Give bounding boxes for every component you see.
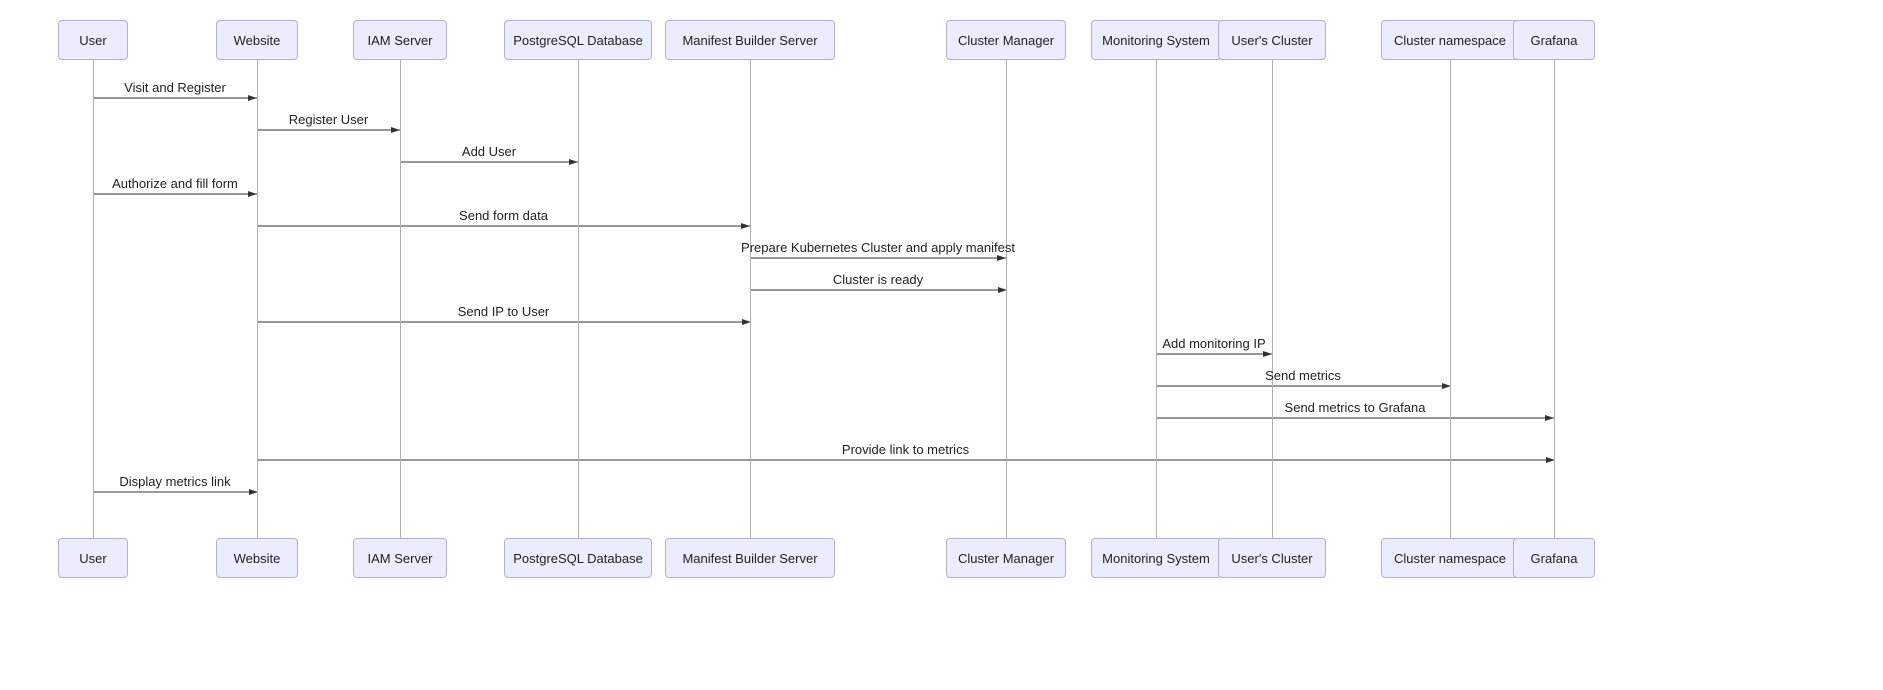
message-label: Authorize and fill form [112, 176, 238, 191]
actor-website-bottom: Website [216, 538, 298, 578]
lifeline-uc [1272, 60, 1273, 538]
actor-iam-top: IAM Server [353, 20, 447, 60]
lifeline-grafana [1554, 60, 1555, 538]
message-label: Add User [462, 144, 516, 159]
message-label: Prepare Kubernetes Cluster and apply man… [741, 240, 1015, 255]
actor-label: IAM Server [367, 551, 432, 566]
actor-mbs-bottom: Manifest Builder Server [665, 538, 835, 578]
actor-user-top: User [58, 20, 128, 60]
actor-ns-top: Cluster namespace [1381, 20, 1519, 60]
message-label: Visit and Register [124, 80, 226, 95]
lifeline-website [257, 60, 258, 538]
actor-uc-top: User's Cluster [1218, 20, 1326, 60]
actor-website-top: Website [216, 20, 298, 60]
lifeline-ns [1450, 60, 1451, 538]
actor-label: Monitoring System [1102, 551, 1210, 566]
actor-label: Cluster namespace [1394, 33, 1506, 48]
actor-ns-bottom: Cluster namespace [1381, 538, 1519, 578]
actor-uc-bottom: User's Cluster [1218, 538, 1326, 578]
actor-cm-bottom: Cluster Manager [946, 538, 1066, 578]
message-label: Send IP to User [458, 304, 550, 319]
actor-grafana-bottom: Grafana [1513, 538, 1595, 578]
actor-mbs-top: Manifest Builder Server [665, 20, 835, 60]
message-label: Send form data [459, 208, 548, 223]
actor-user-bottom: User [58, 538, 128, 578]
message-label: Add monitoring IP [1162, 336, 1265, 351]
sequence-diagram: User User Website Website IAM Server IAM Serv… [0, 0, 1883, 690]
actor-label: Manifest Builder Server [682, 33, 817, 48]
actor-label: PostgreSQL Database [513, 551, 643, 566]
lifeline-mon [1156, 60, 1157, 538]
actor-pg-top: PostgreSQL Database [504, 20, 652, 60]
actor-label: Cluster Manager [958, 551, 1054, 566]
lifeline-cm [1006, 60, 1007, 538]
actor-grafana-top: Grafana [1513, 20, 1595, 60]
lifeline-pg [578, 60, 579, 538]
actor-label: Cluster Manager [958, 33, 1054, 48]
actor-label: Grafana [1531, 551, 1578, 566]
message-label: Send metrics to Grafana [1285, 400, 1426, 415]
message-label: Send metrics [1265, 368, 1341, 383]
actor-label: Website [234, 551, 281, 566]
actor-iam-bottom: IAM Server [353, 538, 447, 578]
message-label: Provide link to metrics [842, 442, 969, 457]
actor-pg-bottom: PostgreSQL Database [504, 538, 652, 578]
actor-label: IAM Server [367, 33, 432, 48]
lifeline-mbs [750, 60, 751, 538]
actor-mon-bottom: Monitoring System [1091, 538, 1221, 578]
actor-mon-top: Monitoring System [1091, 20, 1221, 60]
actor-label: Website [234, 33, 281, 48]
actor-label: PostgreSQL Database [513, 33, 643, 48]
actor-label: Cluster namespace [1394, 551, 1506, 566]
lifeline-iam [400, 60, 401, 538]
actor-label: Grafana [1531, 33, 1578, 48]
actor-label: User's Cluster [1231, 551, 1312, 566]
actor-cm-top: Cluster Manager [946, 20, 1066, 60]
actor-label: User's Cluster [1231, 33, 1312, 48]
actor-label: User [79, 33, 106, 48]
message-label: Register User [289, 112, 368, 127]
message-label: Display metrics link [119, 474, 230, 489]
actor-label: User [79, 551, 106, 566]
lifeline-user [93, 60, 94, 538]
actor-label: Manifest Builder Server [682, 551, 817, 566]
actor-label: Monitoring System [1102, 33, 1210, 48]
message-label: Cluster is ready [833, 272, 923, 287]
arrow-layer [0, 0, 1883, 690]
